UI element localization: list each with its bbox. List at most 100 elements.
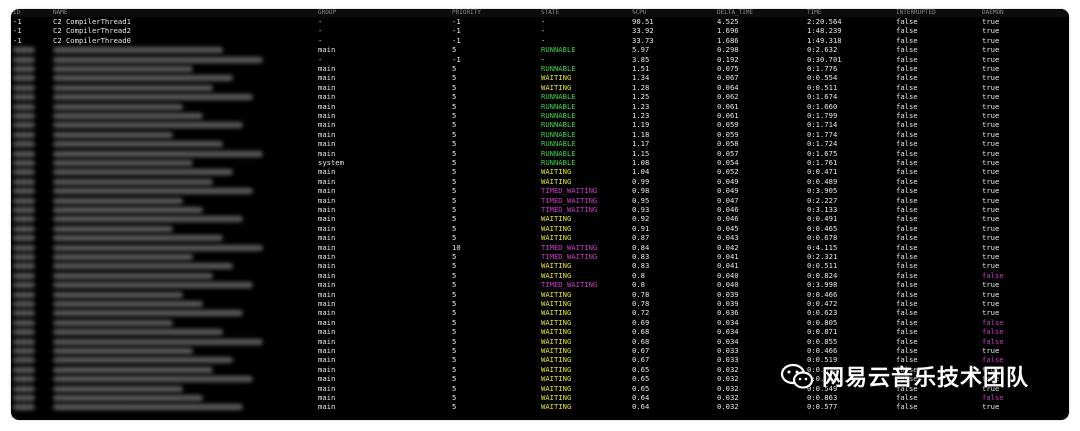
- cell-delta-time: 0.034: [717, 317, 739, 327]
- cell-group: main: [318, 308, 336, 318]
- cell-daemon: true: [982, 111, 1000, 120]
- cell-priority: 5: [452, 205, 457, 214]
- cell-delta-time: 0.046: [717, 214, 739, 224]
- table-row[interactable]: main 5 RUNNABLE 1.25 0.062 0:1.674 false true: [11, 92, 1069, 101]
- table-row[interactable]: main 5 RUNNABLE 1.19 0.059 0:1.714 false true: [11, 120, 1069, 129]
- cell-cpu: 0.67: [632, 355, 650, 365]
- cell-group: main: [318, 45, 336, 55]
- table-row[interactable]: system 5 RUNNABLE 1.08 0.054 0:1.761 false true: [11, 158, 1069, 167]
- table-row[interactable]: main 5 TIMED_WAITING 0.98 0.049 0:3.905 false t…: [11, 186, 1069, 195]
- cell-delta-time: 0.059: [717, 120, 739, 130]
- redacted-name: [53, 404, 243, 411]
- table-row[interactable]: main 5 RUNNABLE 1.17 0.058 0:1.724 false true: [11, 139, 1069, 148]
- redacted-id: [13, 103, 35, 110]
- cell-delta-time: 0.040: [717, 270, 739, 280]
- table-row[interactable]: main 5 WAITING 0.87 0.043 0:0.678 false true: [11, 233, 1069, 242]
- table-row[interactable]: -1 C2 CompilerThread2 - -1 - 33.92 1.696 1:48.2…: [11, 26, 1069, 35]
- table-row[interactable]: main 5 RUNNABLE 1.15 0.057 0:1.675 false true: [11, 149, 1069, 158]
- cell-daemon: false: [982, 336, 1004, 346]
- cell-delta-time: 0.039: [717, 299, 739, 308]
- cell-group: main: [318, 148, 336, 158]
- cell-interrupted: false: [896, 317, 918, 327]
- redacted-id: [13, 160, 35, 166]
- redacted-id: [13, 282, 35, 289]
- cell-delta-time: 0.032: [717, 383, 739, 393]
- table-row[interactable]: - -1 - 3.85 0.192 0:30.701 false true: [11, 55, 1069, 64]
- cell-interrupted: false: [896, 261, 918, 271]
- table-row[interactable]: main 5 WAITING 0.64 0.032 0:0.577 false true: [11, 402, 1069, 411]
- cell-delta-time: 0.298: [717, 45, 739, 55]
- cell-interrupted: false: [896, 129, 918, 139]
- table-row[interactable]: main 5 WAITING 1.04 0.052 0:0.471 false true: [11, 167, 1069, 176]
- redacted-name: [53, 282, 253, 289]
- cell-cpu: 0.83: [632, 252, 650, 261]
- table-row[interactable]: main 5 TIMED_WAITING 0.95 0.047 0:2.227 false t…: [11, 196, 1069, 205]
- cell-time: 0:1.675: [807, 148, 838, 158]
- cell-group: main: [318, 346, 336, 355]
- table-header: ID NAME GROUP PRIORITY STATE %CPU DELTA_…: [11, 9, 1069, 17]
- table-row[interactable]: main 5 RUNNABLE 5.97 0.298 0:2.632 false true: [11, 45, 1069, 54]
- cell-priority: 5: [452, 101, 457, 111]
- wechat-icon: [780, 363, 814, 389]
- cell-state: TIMED_WAITING: [541, 242, 598, 252]
- table-row[interactable]: -1 C2 CompilerThread0 - -1 - 33.73 1.686 1:49.3…: [11, 36, 1069, 45]
- cell-group: main: [318, 92, 336, 102]
- table-row[interactable]: main 5 RUNNABLE 1.51 0.075 0:1.776 false true: [11, 64, 1069, 73]
- table-row[interactable]: main 5 WAITING 0.69 0.034 0:0.805 false false: [11, 318, 1069, 327]
- redacted-id: [13, 319, 35, 326]
- table-row[interactable]: main 5 WAITING 0.92 0.046 0:0.491 false true: [11, 214, 1069, 223]
- cell-state: WAITING: [541, 364, 572, 374]
- redacted-id: [13, 310, 35, 317]
- cell-cpu: 0.87: [632, 233, 650, 243]
- table-row[interactable]: -1 C2 CompilerThread1 - -1 - 90.51 4.525 2:20.5…: [11, 17, 1069, 26]
- cell-interrupted: false: [896, 252, 918, 261]
- table-row[interactable]: main 5 TIMED_WAITING 0.93 0.046 0:3.133 false t…: [11, 205, 1069, 214]
- table-row[interactable]: main 10 TIMED_WAITING 0.84 0.042 0:4.115 false…: [11, 243, 1069, 252]
- cell-group: -: [318, 17, 323, 26]
- cell-state: -: [541, 26, 546, 36]
- table-row[interactable]: main 5 WAITING 0.78 0.039 0:0.466 false true: [11, 290, 1069, 299]
- redacted-name: [53, 376, 253, 383]
- table-row[interactable]: main 5 WAITING 0.67 0.033 0:0.466 false true: [11, 346, 1069, 355]
- table-row[interactable]: main 5 WAITING 0.83 0.041 0:0.511 false true: [11, 261, 1069, 270]
- cell-cpu: 0.92: [632, 214, 650, 224]
- watermark: 网易云音乐技术团队: [780, 360, 1029, 392]
- redacted-name: [53, 66, 193, 72]
- cell-delta-time: 1.686: [717, 35, 739, 45]
- cell-state: WAITING: [541, 73, 572, 83]
- table-row[interactable]: main 5 RUNNABLE 1.23 0.061 0:1.799 false true: [11, 111, 1069, 120]
- cell-delta-time: 0.061: [717, 111, 739, 120]
- cell-delta-time: 0.032: [717, 402, 739, 412]
- cell-priority: 5: [452, 393, 457, 402]
- cell-group: main: [318, 317, 336, 327]
- cell-priority: 5: [452, 167, 457, 177]
- table-row[interactable]: main 5 TIMED_WAITING 0.8 0.040 0:3.998 false tr…: [11, 280, 1069, 289]
- table-row[interactable]: main 5 WAITING 1.34 0.067 0:0.554 false true: [11, 73, 1069, 82]
- table-row[interactable]: main 5 WAITING 0.91 0.045 0:0.465 false true: [11, 224, 1069, 233]
- table-row[interactable]: main 5 RUNNABLE 1.18 0.059 0:1.774 false true: [11, 130, 1069, 139]
- cell-state: TIMED_WAITING: [541, 205, 598, 214]
- table-row[interactable]: main 5 TIMED_WAITING 0.83 0.041 0:2.321 false t…: [11, 252, 1069, 261]
- cell-delta-time: 0.058: [717, 139, 739, 149]
- cell-interrupted: false: [896, 35, 918, 45]
- table-row[interactable]: main 5 WAITING 0.68 0.034 0:0.871 false false: [11, 327, 1069, 336]
- cell-daemon: true: [982, 54, 1000, 64]
- cell-delta-time: 1.696: [717, 26, 739, 36]
- table-row[interactable]: main 5 WAITING 1.28 0.064 0:0.511 false true: [11, 83, 1069, 92]
- cell-group: main: [318, 252, 336, 261]
- table-row[interactable]: main 5 WAITING 0.64 0.032 0:0.863 false false: [11, 393, 1069, 402]
- cell-delta-time: 0.059: [717, 129, 739, 139]
- cell-time: 0:0.824: [807, 270, 838, 280]
- table-row[interactable]: main 5 WAITING 0.99 0.049 0:0.489 false true: [11, 177, 1069, 186]
- cell-delta-time: 0.041: [717, 252, 739, 261]
- table-row[interactable]: main 5 WAITING 0.78 0.039 0:0.472 false true: [11, 299, 1069, 308]
- redacted-name: [53, 244, 263, 251]
- table-row[interactable]: main 5 WAITING 0.8 0.040 0:0.824 false false: [11, 271, 1069, 280]
- redacted-id: [13, 122, 35, 129]
- table-row[interactable]: main 5 WAITING 0.68 0.034 0:0.855 false false: [11, 337, 1069, 346]
- table-row[interactable]: main 5 RUNNABLE 1.23 0.061 0:1.660 false true: [11, 102, 1069, 111]
- cell-state: WAITING: [541, 336, 572, 346]
- cell-interrupted: false: [896, 289, 918, 299]
- table-row[interactable]: main 5 WAITING 0.72 0.036 0:0.623 false true: [11, 308, 1069, 317]
- cell-cpu: 0.68: [632, 327, 650, 337]
